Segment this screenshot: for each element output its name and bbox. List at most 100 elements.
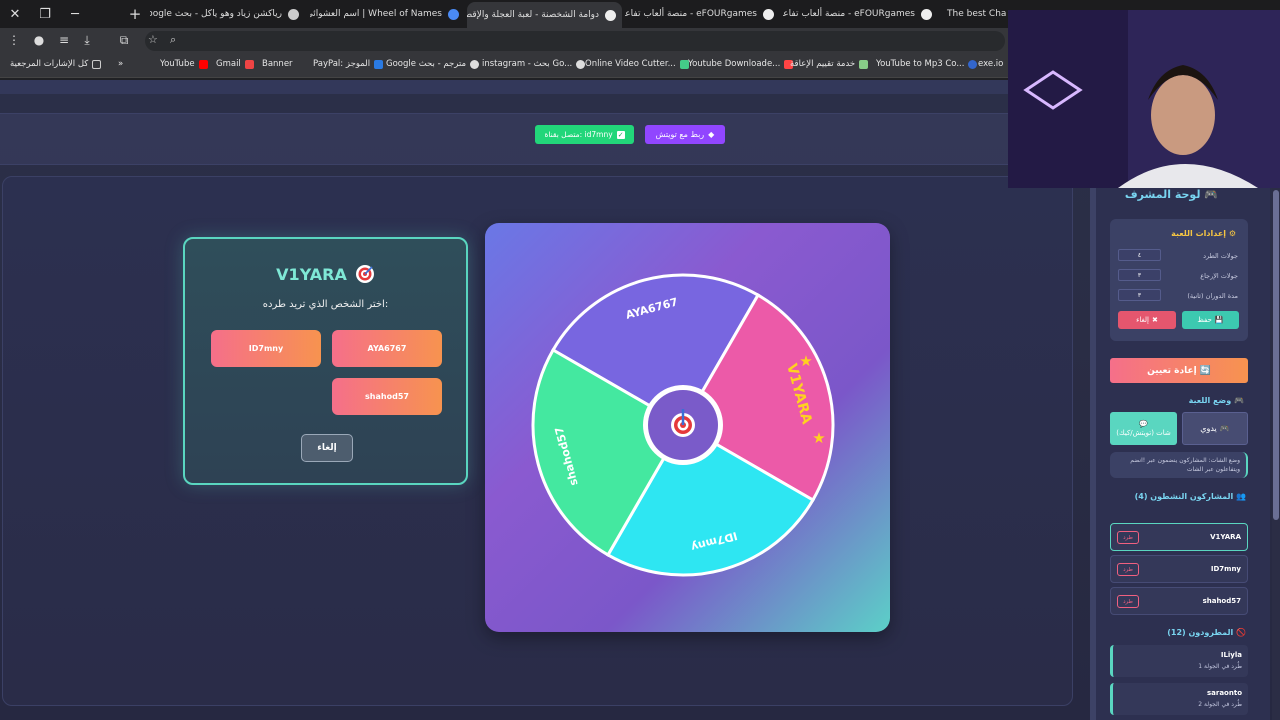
new-tab-button[interactable]: + [120, 0, 150, 28]
kick-button[interactable]: طرد [1117, 595, 1139, 608]
bookmark-yt-mp3[interactable]: YouTube to Mp3 Co... [876, 59, 978, 69]
save-label: حفظ [1197, 316, 1212, 324]
tab-title: رياكشن زياد وهو ياكل - بحث Google [150, 9, 282, 19]
extensions-icon[interactable]: ⧉ [115, 33, 133, 48]
tab-best-chat[interactable]: The best Cha [941, 3, 1011, 25]
window-restore-button[interactable]: ❐ [30, 0, 60, 28]
modal-title-text: V1YARA [276, 264, 347, 284]
connected-badge: متصل بقناة: id7mny ✓ [535, 125, 634, 144]
rounds-return-input[interactable]: ٣ [1118, 269, 1161, 281]
tab-title: Wheel of Names | اسم العشوائي [310, 9, 442, 19]
bookmark-all[interactable]: كل الإشارات المرجعية [10, 59, 102, 69]
bookmark-label: كل الإشارات المرجعية [10, 59, 89, 69]
tab-wheel-of-names[interactable]: Wheel of Names | اسم العشوائي × [310, 3, 465, 25]
bookmark-video-cutter[interactable]: Online Video Cutter... [585, 59, 689, 69]
rounds-kick-input[interactable]: ٤ [1118, 249, 1161, 261]
settings-title: إعدادات اللعبة ⚙ [1171, 229, 1236, 238]
chat-icon: 💬 [1139, 420, 1148, 428]
bookmark-label: Youtube Downloade... [688, 59, 781, 69]
bookmark-instagram[interactable]: instagram - بحث Go... [482, 59, 586, 69]
tab-efourgames-1[interactable]: eFOURgames - منصة ألعاب تفاعلي × [625, 3, 780, 25]
kick-button[interactable]: طرد [1117, 531, 1139, 544]
eliminated-status: طُرد في الجولة 2 [1198, 701, 1242, 708]
kick-button[interactable]: طرد [1117, 563, 1139, 576]
twitch-icon: ◆ [708, 130, 715, 139]
mode-chat-label: شات (تويتش/كيك) [1116, 429, 1171, 437]
wheel-card: AYA6767 V1YARA ID7mny shahod57 ★ ★ [485, 223, 890, 632]
mode-title: وضع اللعبة 🎮 [1189, 396, 1244, 405]
zoom-icon[interactable]: ⌕ [170, 33, 176, 47]
tab-active-game[interactable]: دوامة الشخصنة - لعبة العجلة والإقصاء × [467, 2, 622, 28]
globe-icon [921, 8, 932, 20]
modal-title: V1YARA [185, 264, 466, 284]
bookmark-youtube[interactable]: YouTube [160, 59, 208, 69]
save-icon: 💾 [1214, 316, 1224, 324]
webcam-image [1008, 10, 1280, 188]
mode-note: وضع الشات: المشاركون ينضمون عبر !انضم وي… [1110, 452, 1248, 478]
save-button[interactable]: حفظ 💾 [1182, 311, 1239, 329]
window-minimize-button[interactable]: ─ [60, 0, 90, 28]
spin-wheel[interactable]: AYA6767V1YARAID7mnyshahod57★★ [485, 223, 890, 632]
scrollbar-thumb[interactable] [1273, 190, 1279, 520]
folder-icon [92, 59, 102, 69]
download-icon[interactable]: ⤓ [78, 33, 96, 48]
bookmark-label: Banner [262, 59, 293, 69]
mode-manual-button[interactable]: يدوي 🎮 [1182, 412, 1248, 445]
bookmark-disability[interactable]: خدمة تقييم الإعاقة [790, 59, 869, 69]
eliminated-name: saraonto [1206, 689, 1242, 697]
bookmark-label: YouTube to Mp3 Co... [876, 59, 965, 69]
eliminate-id7mny-button[interactable]: ID7mny [211, 330, 321, 367]
bookmarks-overflow[interactable]: » [118, 59, 123, 69]
bookmark-translate[interactable]: Google مترجم - بحث [386, 59, 480, 69]
connected-label: متصل بقناة: id7mny [544, 130, 613, 139]
reading-list-icon[interactable]: ≡ [55, 33, 73, 47]
gamepad-icon: 🎮 [1219, 424, 1230, 433]
star-icon[interactable]: ☆ [148, 33, 158, 46]
eliminated-title-text: المطرودون (12) [1167, 628, 1234, 637]
mode-chat-button[interactable]: 💬 شات (تويتش/كيك) [1110, 412, 1177, 445]
modal-cancel-button[interactable]: إلغاء [301, 434, 353, 462]
wheel-icon [448, 8, 459, 20]
tab-title: eFOURgames - منصة ألعاب تفاعلي [783, 9, 915, 19]
address-bar[interactable]: ☆ ⌕ [145, 31, 1005, 51]
site-icon [859, 59, 869, 69]
bookmark-label: YouTube [160, 59, 195, 69]
bookmark-label: خدمة تقييم الإعاقة [790, 59, 856, 69]
rounds-return-label: جولات الإرجاع [1200, 272, 1238, 280]
mode-title-text: وضع اللعبة [1188, 396, 1232, 405]
window-close-button[interactable]: ✕ [0, 0, 30, 28]
bookmark-exeio[interactable]: exe.io [978, 59, 1003, 69]
youtube-icon [198, 59, 208, 69]
settings-cancel-button[interactable]: إلغاء ✖ [1118, 311, 1176, 329]
eliminate-aya6767-button[interactable]: AYA6767 [332, 330, 442, 367]
bookmark-banner[interactable]: Banner [262, 59, 293, 69]
tab-title: The best Cha [947, 9, 1007, 19]
bookmark-gmail[interactable]: Gmail [216, 59, 254, 69]
bookmark-paypal[interactable]: PayPal: الموجز [313, 59, 384, 69]
tab-efourgames-2[interactable]: eFOURgames - منصة ألعاب تفاعلي × [783, 3, 938, 25]
reset-button[interactable]: إعادة تعيين 🔄 [1110, 358, 1248, 383]
modal-prompt: اختر الشخص الذي تريد طرده: [262, 299, 389, 310]
sidebar-scrollbar[interactable] [1272, 188, 1280, 720]
reset-label: إعادة تعيين [1147, 365, 1197, 376]
google-icon [576, 59, 586, 69]
eliminate-shahod57-button[interactable]: shahod57 [332, 378, 442, 415]
rounds-kick-label: جولات الطرد [1203, 252, 1238, 260]
profile-icon[interactable]: ● [30, 33, 48, 47]
gear-icon: ⚙ [1228, 229, 1236, 238]
tab-google-search[interactable]: رياكشن زياد وهو ياكل - بحث Google × [150, 3, 305, 25]
connect-twitch-button[interactable]: ربط مع تويتش ◆ [645, 125, 725, 144]
participant-name: V1YARA [1210, 533, 1241, 541]
sidebar-title-text: لوحة المشرف [1124, 188, 1201, 201]
eliminate-modal: V1YARA اختر الشخص الذي تريد طرده: AYA676… [183, 237, 468, 485]
active-title-text: المشاركون النشطون (4) [1134, 492, 1234, 501]
participant-row: V1YARA طرد [1110, 523, 1248, 551]
menu-icon[interactable]: ⋮ [5, 33, 23, 47]
spin-duration-input[interactable]: ٣ [1118, 289, 1161, 301]
gamepad-icon: 🎮 [1234, 396, 1244, 405]
people-icon: 👥 [1236, 492, 1246, 501]
participant-row: ID7mny طرد [1110, 555, 1248, 583]
bookmark-youtube-downloader[interactable]: Youtube Downloade... [688, 59, 794, 69]
bookmark-label: exe.io [978, 59, 1004, 69]
ban-icon: 🚫 [1236, 628, 1246, 637]
